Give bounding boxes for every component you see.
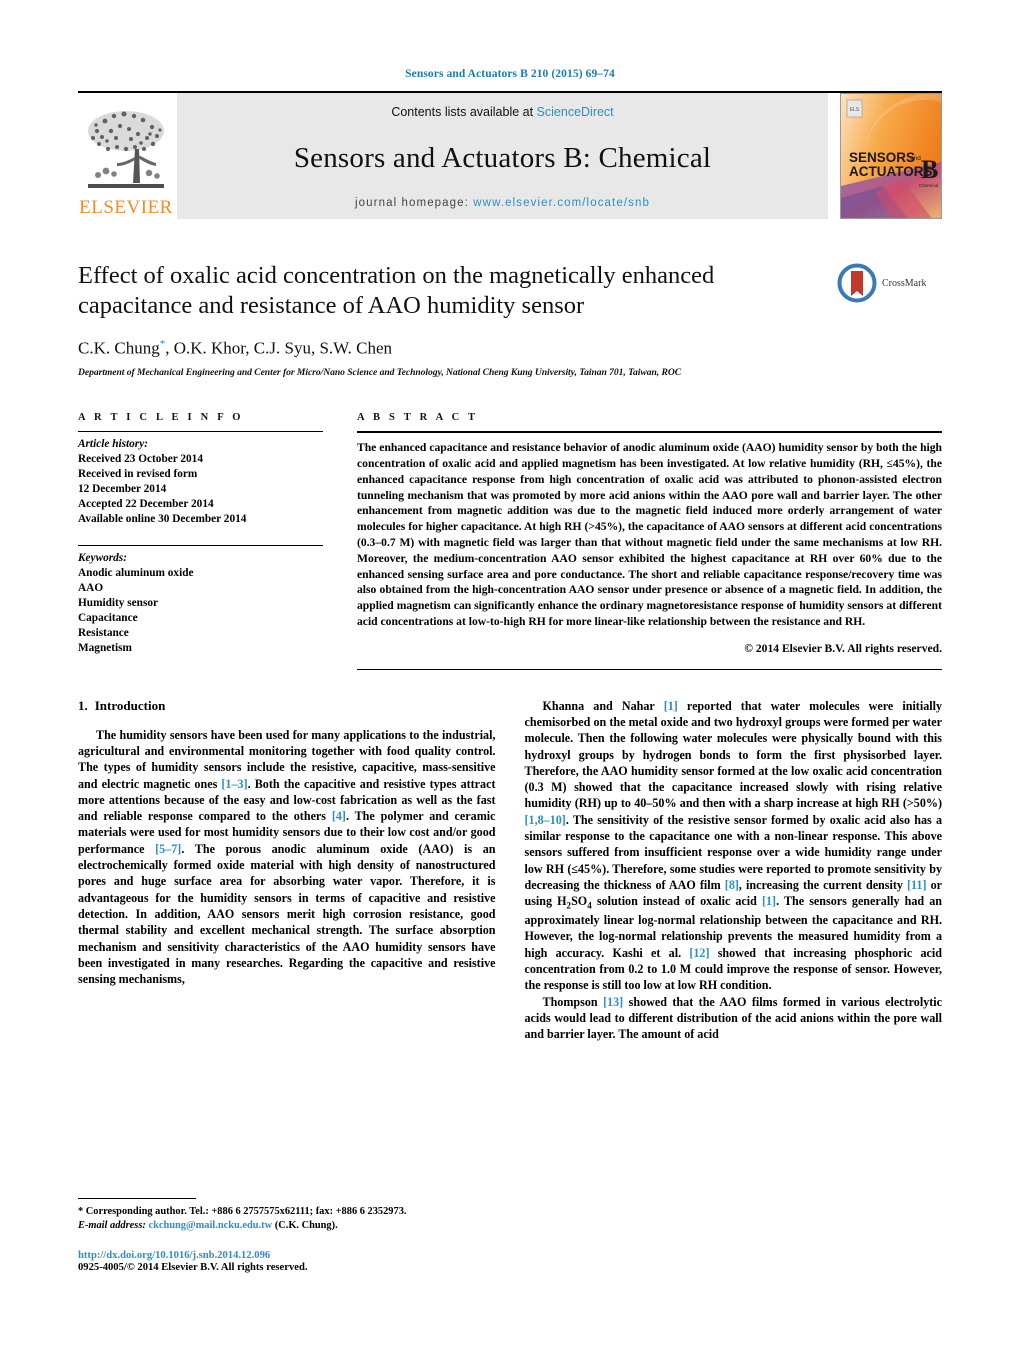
- journal-homepage-line: journal homepage: www.elsevier.com/locat…: [355, 197, 650, 209]
- citation-ref[interactable]: [11]: [907, 878, 926, 892]
- article-info-kicker: A R T I C L E I N F O: [78, 412, 244, 424]
- corresponding-author-note: * Corresponding author. Tel.: +886 6 275…: [78, 1205, 407, 1217]
- crossmark-label: CrossMark: [882, 277, 927, 289]
- keywords-label: Keywords:: [78, 551, 127, 564]
- citation-ref[interactable]: [1]: [664, 699, 678, 713]
- section-number: 1.: [78, 697, 88, 713]
- body-column-left: 1. Introduction The humidity sensors have…: [78, 698, 496, 1043]
- svg-text:B: B: [921, 155, 938, 184]
- svg-text:SENSORS: SENSORS: [849, 150, 915, 165]
- elsevier-tree-icon: [88, 111, 164, 188]
- journal-cover-thumbnail: ELS SENSORS and ACTUATORS B Chemical: [840, 93, 942, 219]
- citation-ref[interactable]: [12]: [689, 946, 709, 960]
- keyword-item: Magnetism: [78, 641, 132, 654]
- info-abstract-section: A R T I C L E I N F O Article history: R…: [78, 412, 942, 670]
- history-item: Accepted 22 December 2014: [78, 498, 214, 511]
- contents-prefix: Contents lists available at: [391, 105, 537, 119]
- citation-ref[interactable]: [5–7]: [155, 842, 181, 856]
- article-history-block: Article history: Received 23 October 201…: [78, 432, 323, 527]
- footnote-area: * Corresponding author. Tel.: +886 6 275…: [78, 1197, 488, 1273]
- crossmark-badge[interactable]: CrossMark: [837, 263, 942, 303]
- article-history-label: Article history:: [78, 438, 148, 451]
- keyword-item: Capacitance: [78, 611, 138, 624]
- homepage-prefix: journal homepage:: [355, 197, 474, 209]
- keyword-item: Anodic aluminum oxide: [78, 566, 194, 579]
- paragraph: Thompson [13] showed that the AAO films …: [524, 994, 943, 1042]
- abstract-copyright: © 2014 Elsevier B.V. All rights reserved…: [744, 641, 942, 655]
- email-link[interactable]: ckchung@mail.ncku.edu.tw: [148, 1220, 272, 1231]
- section-title: Introduction: [94, 697, 166, 713]
- keyword-item: Humidity sensor: [78, 596, 159, 609]
- elsevier-wordmark: ELSEVIER: [79, 197, 173, 218]
- body-columns: 1. Introduction The humidity sensors have…: [78, 698, 942, 1043]
- paper-page: Sensors and Actuators B 210 (2015) 69–74: [0, 0, 1020, 1351]
- history-item: 12 December 2014: [78, 483, 167, 496]
- abstract-kicker: A B S T R A C T: [357, 412, 479, 424]
- footnote-rule: [78, 1197, 196, 1199]
- abstract-bottom-rule: [357, 668, 942, 670]
- history-item: Received 23 October 2014: [78, 453, 203, 466]
- citation-ref[interactable]: [1–3]: [221, 777, 247, 791]
- sciencedirect-link[interactable]: ScienceDirect: [537, 105, 614, 119]
- citation-ref[interactable]: [8]: [725, 878, 739, 892]
- paragraph: The humidity sensors have been used for …: [78, 727, 496, 987]
- history-item: Received in revised form: [78, 468, 198, 481]
- corresponding-marker: *: [159, 337, 166, 350]
- section-heading-introduction: 1. Introduction: [78, 698, 496, 714]
- running-head: Sensors and Actuators B 210 (2015) 69–74: [405, 68, 615, 80]
- title-column: Effect of oxalic acid concentration on t…: [78, 261, 837, 378]
- journal-cover-art: ELS SENSORS and ACTUATORS B Chemical: [841, 94, 941, 218]
- keyword-item: AAO: [78, 581, 104, 594]
- paragraph: Khanna and Nahar [1] reported that water…: [524, 698, 943, 993]
- svg-text:and: and: [910, 155, 921, 162]
- keyword-item: Resistance: [78, 626, 129, 639]
- affiliation: Department of Mechanical Engineering and…: [78, 367, 682, 379]
- author-list: C.K. Chung*, O.K. Khor, C.J. Syu, S.W. C…: [78, 337, 393, 358]
- keywords-block: Keywords: Anodic aluminum oxide AAO Humi…: [78, 546, 323, 656]
- abstract-column: A B S T R A C T The enhanced capacitance…: [357, 412, 942, 670]
- contents-available-line: Contents lists available at ScienceDirec…: [391, 105, 613, 119]
- elsevier-logo: ELSEVIER: [78, 93, 174, 219]
- abstract-text: The enhanced capacitance and resistance …: [357, 441, 942, 628]
- email-suffix: (C.K. Chung).: [272, 1219, 338, 1231]
- svg-text:ACTUATORS: ACTUATORS: [849, 164, 933, 179]
- page-title: Effect of oxalic acid concentration on t…: [78, 262, 715, 319]
- history-item: Available online 30 December 2014: [78, 513, 247, 526]
- citation-ref[interactable]: [1]: [762, 894, 776, 908]
- title-block: Effect of oxalic acid concentration on t…: [78, 261, 942, 378]
- email-note: E-mail address: ckchung@mail.ncku.edu.tw…: [78, 1219, 488, 1233]
- citation-ref[interactable]: [1,8–10]: [525, 813, 566, 827]
- citation-ref[interactable]: [4]: [332, 809, 346, 823]
- issn-copyright-line: 0925-4005/© 2014 Elsevier B.V. All right…: [78, 1262, 308, 1273]
- banner-center: Contents lists available at ScienceDirec…: [177, 93, 828, 219]
- homepage-url-link[interactable]: www.elsevier.com/locate/snb: [473, 197, 650, 209]
- svg-text:Chemical: Chemical: [919, 183, 938, 188]
- svg-text:ELS: ELS: [850, 107, 860, 113]
- citation-ref[interactable]: [13]: [603, 995, 623, 1009]
- body-column-right: Khanna and Nahar [1] reported that water…: [525, 698, 943, 1043]
- journal-banner: ELSEVIER Contents lists available at Sci…: [78, 91, 942, 219]
- doi-block: http://dx.doi.org/10.1016/j.snb.2014.12.…: [78, 1250, 488, 1273]
- article-info-column: A R T I C L E I N F O Article history: R…: [78, 412, 357, 655]
- doi-link[interactable]: http://dx.doi.org/10.1016/j.snb.2014.12.…: [78, 1250, 488, 1261]
- email-label: E-mail address:: [78, 1219, 146, 1231]
- journal-title: Sensors and Actuators B: Chemical: [293, 141, 712, 174]
- crossmark-icon: [837, 263, 877, 303]
